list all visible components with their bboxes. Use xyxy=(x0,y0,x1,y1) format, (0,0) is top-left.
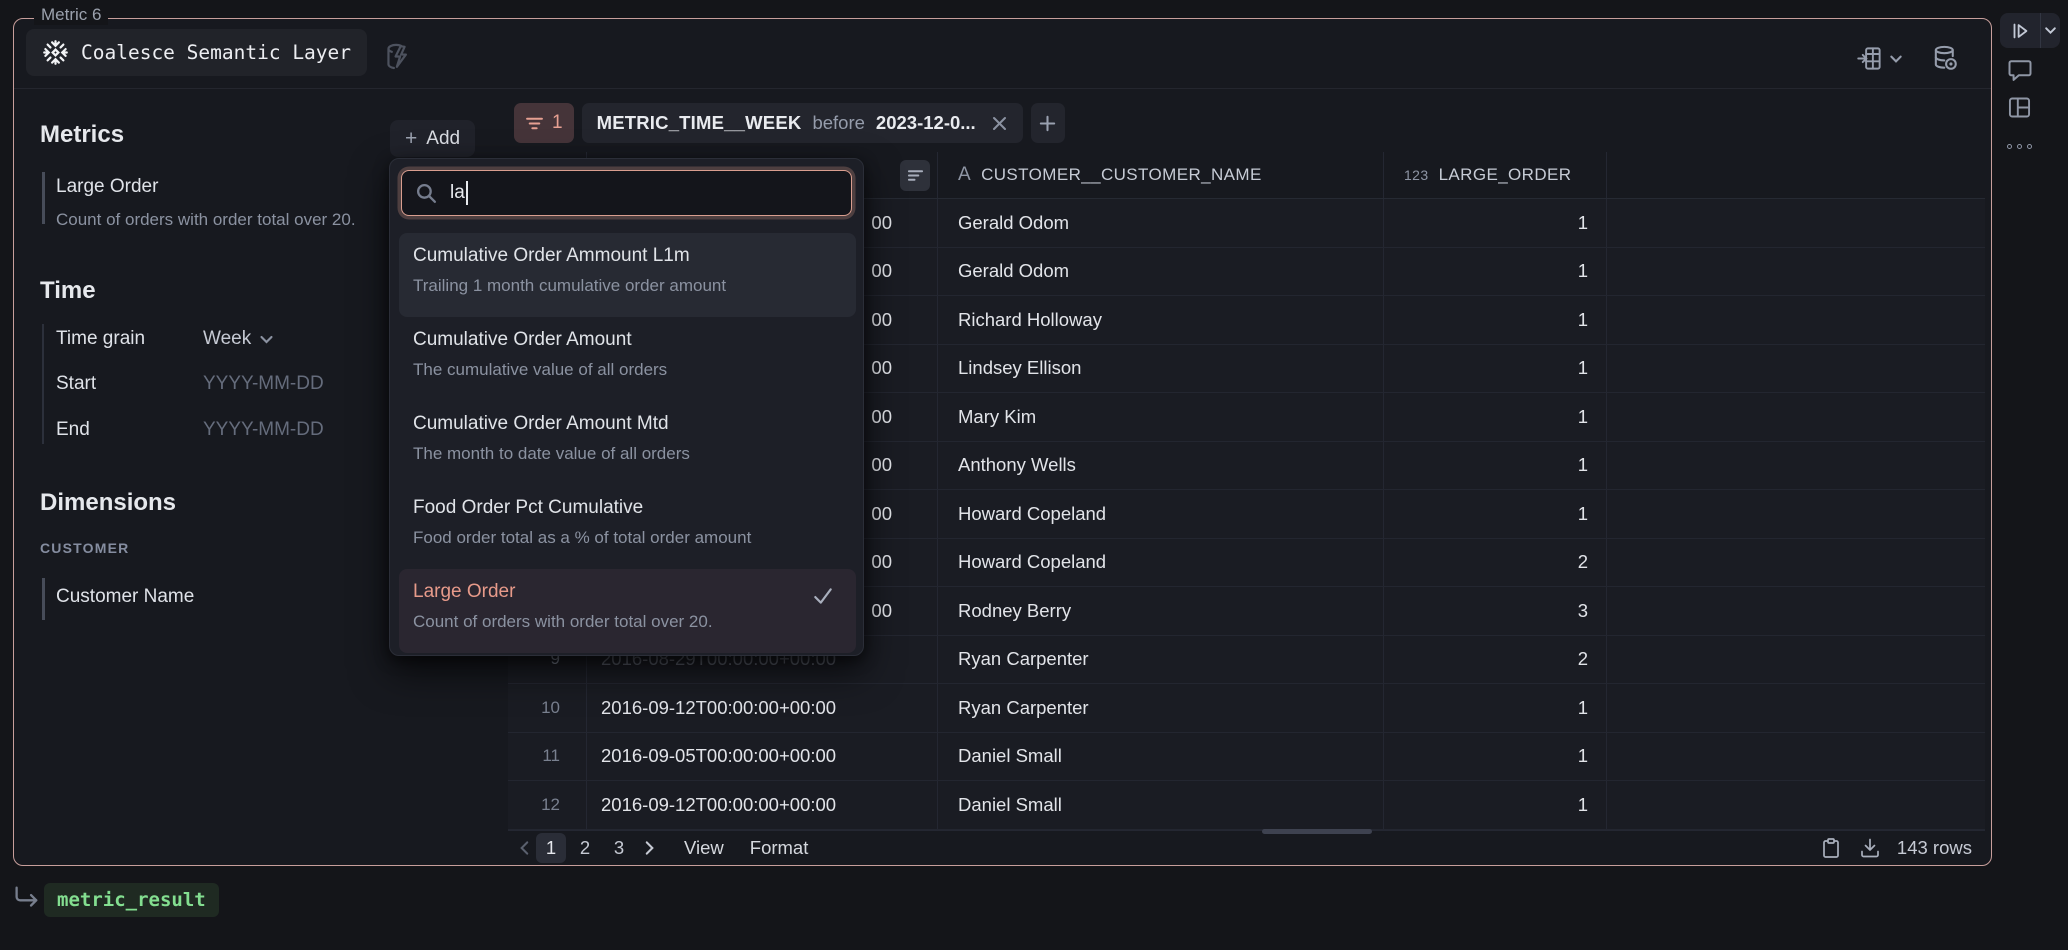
dropdown-item-list: Cumulative Order Ammount L1m Trailing 1 … xyxy=(390,233,863,653)
table-row[interactable]: 12 2016-09-12T00:00:00+00:00 Daniel Smal… xyxy=(508,781,1985,830)
chevron-down-icon xyxy=(2044,24,2057,37)
download-icon[interactable] xyxy=(1858,836,1882,860)
plus-icon xyxy=(1039,115,1056,132)
dropdown-item[interactable]: Cumulative Order Ammount L1m Trailing 1 … xyxy=(399,233,856,317)
more-options-icon[interactable] xyxy=(2007,144,2032,149)
header-divider xyxy=(14,88,1991,89)
run-cell-button[interactable] xyxy=(2000,20,2040,42)
end-date-input[interactable]: YYYY-MM-DD xyxy=(203,419,324,441)
run-icon xyxy=(2009,20,2031,42)
row-count-label: 143 rows xyxy=(1897,837,1972,859)
dimension-item-accent xyxy=(42,578,45,620)
metric-item-name[interactable]: Large Order xyxy=(56,176,158,198)
column-menu-button[interactable] xyxy=(900,160,930,191)
chevron-down-icon xyxy=(1889,52,1903,66)
check-icon xyxy=(812,585,834,607)
chevron-down-icon xyxy=(259,332,274,347)
time-heading: Time xyxy=(40,277,96,305)
edit-source-icon[interactable] xyxy=(382,41,413,72)
page-button-3[interactable]: 3 xyxy=(604,833,634,863)
tab-format[interactable]: Format xyxy=(750,837,809,859)
search-input[interactable]: la xyxy=(401,170,852,216)
filter-value: 2023-12-0... xyxy=(876,112,976,134)
source-title: Coalesce Semantic Layer xyxy=(81,41,351,64)
coalesce-logo-icon xyxy=(42,39,69,66)
filter-condition-chip[interactable]: METRIC_TIME__WEEK before 2023-12-0... xyxy=(582,103,1023,143)
metrics-heading: Metrics xyxy=(40,121,124,149)
dropdown-item[interactable]: Food Order Pct Cumulative Food order tot… xyxy=(390,485,863,569)
number-type-icon: 123 xyxy=(1404,167,1429,183)
page-prev-button[interactable] xyxy=(516,839,534,857)
filter-count-chip[interactable]: 1 xyxy=(514,103,574,143)
dimensions-heading: Dimensions xyxy=(40,489,176,517)
add-metric-button[interactable]: + Add xyxy=(390,120,475,157)
horizontal-scrollbar[interactable] xyxy=(1262,829,1372,834)
text-type-icon: A xyxy=(958,164,971,186)
dropdown-item-selected[interactable]: Large Order Count of orders with order t… xyxy=(399,569,856,653)
output-arrow-icon xyxy=(12,884,42,912)
filter-field: METRIC_TIME__WEEK xyxy=(597,112,802,134)
run-button-group xyxy=(2000,13,2060,48)
header-large-order[interactable]: 123 LARGE_ORDER xyxy=(1384,152,1607,198)
run-options-button[interactable] xyxy=(2041,24,2060,37)
metric-item-accent xyxy=(42,172,45,224)
table-row[interactable]: 10 2016-09-12T00:00:00+00:00 Ryan Carpen… xyxy=(508,684,1985,733)
header-empty xyxy=(1607,152,1985,198)
text-caret xyxy=(466,181,468,205)
page-button-2[interactable]: 2 xyxy=(570,833,600,863)
layout-panel-icon[interactable] xyxy=(2006,94,2033,121)
plus-icon: + xyxy=(405,128,417,149)
cell-header-actions xyxy=(1856,44,1960,73)
footer-actions: 143 rows xyxy=(1819,836,1985,860)
preview-data-icon[interactable] xyxy=(1931,44,1960,73)
time-grain-select[interactable]: Week xyxy=(203,328,274,350)
cell-title[interactable]: Metric 6 xyxy=(34,5,108,25)
source-chip[interactable]: Coalesce Semantic Layer xyxy=(26,29,367,76)
table-footer: 1 2 3 View Format 143 rows xyxy=(508,830,1985,864)
search-icon xyxy=(415,182,438,205)
copy-icon[interactable] xyxy=(1819,836,1843,860)
metric-search-dropdown: la Cumulative Order Ammount L1m Trailing… xyxy=(389,158,864,656)
remove-filter-icon[interactable] xyxy=(991,115,1008,132)
tab-view[interactable]: View xyxy=(684,837,724,859)
filter-bar: 1 METRIC_TIME__WEEK before 2023-12-0... xyxy=(514,103,1065,143)
header-customer-name[interactable]: A CUSTOMER__CUSTOMER_NAME xyxy=(938,152,1384,198)
dropdown-item[interactable]: Cumulative Order Amount The cumulative v… xyxy=(390,317,863,401)
filter-lines-icon xyxy=(907,167,924,184)
comments-icon[interactable] xyxy=(2006,56,2034,84)
start-label: Start xyxy=(56,373,96,395)
page-button-1[interactable]: 1 xyxy=(536,833,566,863)
filter-lines-icon xyxy=(525,114,544,133)
add-filter-button[interactable] xyxy=(1031,103,1065,143)
start-date-input[interactable]: YYYY-MM-DD xyxy=(203,373,324,395)
push-to-table-icon[interactable] xyxy=(1856,45,1903,72)
dropdown-item[interactable]: Cumulative Order Amount Mtd The month to… xyxy=(390,401,863,485)
end-label: End xyxy=(56,419,90,441)
dimension-group-label: CUSTOMER xyxy=(40,540,129,556)
metric-item-description: Count of orders with order total over 20… xyxy=(56,210,356,230)
output-variable-chip[interactable]: metric_result xyxy=(44,883,219,917)
table-row[interactable]: 11 2016-09-05T00:00:00+00:00 Daniel Smal… xyxy=(508,733,1985,782)
dimension-item-name[interactable]: Customer Name xyxy=(56,586,194,608)
time-group-accent xyxy=(42,324,44,444)
page-next-button[interactable] xyxy=(640,839,658,857)
time-grain-label: Time grain xyxy=(56,328,145,350)
filter-operator: before xyxy=(812,112,864,134)
